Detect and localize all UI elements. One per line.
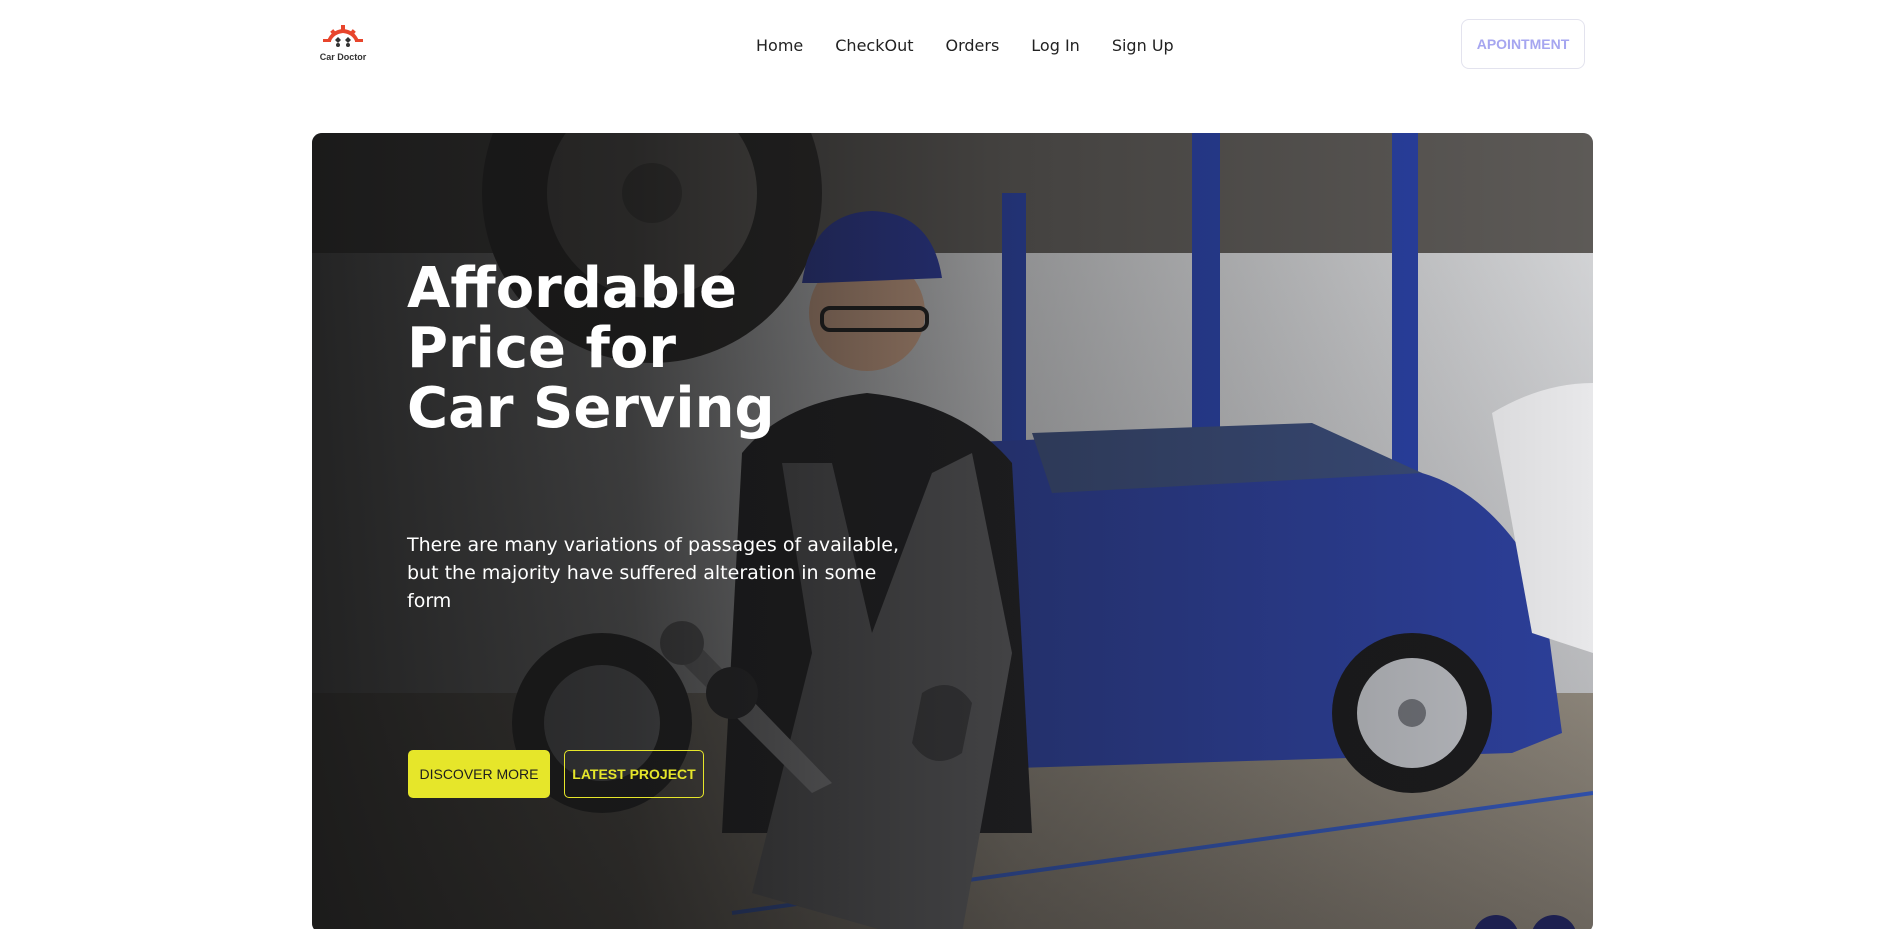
hero-title-line: Price for bbox=[407, 316, 676, 381]
nav-orders[interactable]: Orders bbox=[929, 34, 1015, 58]
hero-title: Affordable Price for Car Serving bbox=[407, 259, 907, 439]
nav-checkout[interactable]: CheckOut bbox=[819, 34, 929, 58]
nav-login[interactable]: Log In bbox=[1015, 34, 1096, 58]
hero-title-line: Car Serving bbox=[407, 376, 775, 441]
appointment-button[interactable]: APOINTMENT bbox=[1461, 19, 1585, 69]
page: Car Doctor Home CheckOut Orders Log In S… bbox=[0, 0, 1898, 929]
hero-title-line: Affordable bbox=[407, 256, 737, 321]
hero-description: There are many variations of passages of… bbox=[407, 534, 899, 612]
nav-home[interactable]: Home bbox=[740, 34, 819, 58]
hero-banner: Affordable Price for Car Serving There a… bbox=[312, 133, 1593, 929]
car-doctor-logo[interactable]: Car Doctor bbox=[318, 24, 368, 66]
latest-project-button[interactable]: LATEST PROJECT bbox=[564, 750, 704, 798]
nav-signup[interactable]: Sign Up bbox=[1096, 34, 1190, 58]
discover-more-button[interactable]: DISCOVER MORE bbox=[408, 750, 550, 798]
logo-text: Car Doctor bbox=[319, 52, 367, 62]
main-nav: Home CheckOut Orders Log In Sign Up bbox=[740, 34, 1190, 58]
car-doctor-logo-icon bbox=[323, 25, 363, 47]
